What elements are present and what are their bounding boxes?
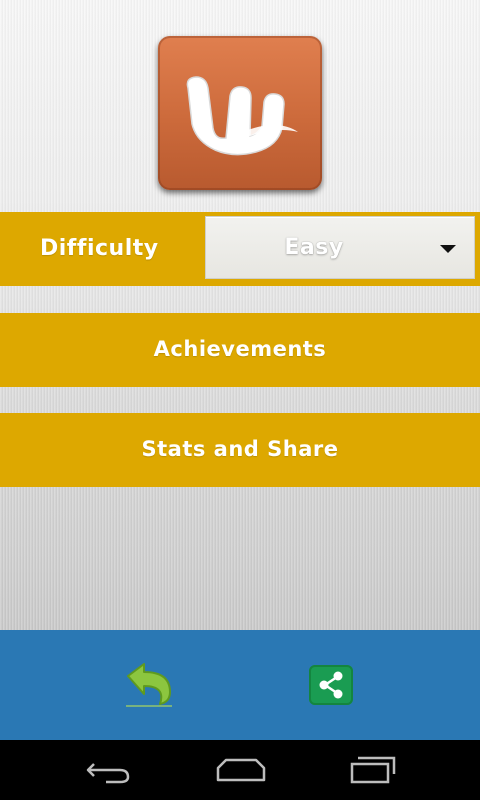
- nav-back-icon: [86, 763, 130, 784]
- difficulty-label: Difficulty: [40, 236, 159, 261]
- word-w-logo-icon: [186, 76, 298, 156]
- back-arrow-icon: [126, 663, 172, 707]
- bottom-action-bar: [0, 630, 480, 740]
- difficulty-dropdown[interactable]: Easy: [205, 216, 475, 279]
- nav-recent-apps-icon: [350, 756, 396, 784]
- stats-and-share-button[interactable]: Stats and Share: [0, 413, 480, 487]
- nav-home-icon: [216, 758, 266, 782]
- share-icon: [319, 671, 343, 699]
- dropdown-caret-icon: [440, 245, 456, 253]
- system-navigation-bar: [0, 740, 480, 800]
- stats-and-share-label: Stats and Share: [141, 437, 339, 461]
- share-button[interactable]: [309, 665, 353, 705]
- difficulty-selected-value: Easy: [284, 235, 344, 260]
- achievements-label: Achievements: [153, 337, 327, 361]
- nav-home-button[interactable]: [210, 752, 270, 788]
- nav-back-button[interactable]: [78, 752, 138, 788]
- nav-recent-apps-button[interactable]: [342, 752, 402, 788]
- app-logo: [158, 36, 322, 190]
- back-button[interactable]: [120, 662, 180, 710]
- achievements-button[interactable]: Achievements: [0, 313, 480, 387]
